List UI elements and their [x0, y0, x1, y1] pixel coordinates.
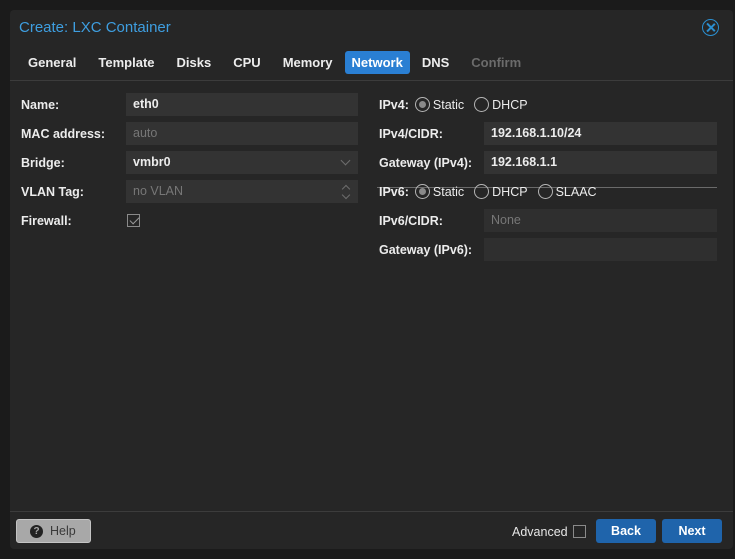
close-circle-icon[interactable]	[702, 19, 719, 36]
gateway-ipv4-label: Gateway (IPv4):	[379, 155, 473, 170]
ipv6-cidr-input[interactable]: None	[484, 209, 717, 232]
tab-network[interactable]: Network	[344, 51, 410, 74]
tab-general[interactable]: General	[18, 51, 86, 74]
dialog-title: Create: LXC Container	[19, 19, 171, 36]
radio-icon	[474, 184, 490, 199]
ipv4-static-label: Static	[432, 97, 465, 112]
next-button[interactable]: Next	[662, 519, 722, 543]
ipv6-dhcp-label: DHCP	[492, 184, 528, 199]
network-panel: Name: eth0 MAC address: auto Bridge: vmb…	[10, 80, 733, 512]
ipv6-dhcp-radio[interactable]: DHCP	[474, 184, 528, 199]
firewall-checkbox[interactable]	[127, 214, 140, 227]
name-label: Name:	[21, 97, 60, 112]
ipv4-dhcp-radio[interactable]: DHCP	[474, 97, 528, 112]
mac-address-input[interactable]: auto	[126, 122, 358, 145]
ipv6-slaac-label: SLAAC	[555, 184, 597, 199]
ipv4-cidr-input[interactable]: 192.168.1.10/24	[484, 122, 717, 145]
question-circle-icon: ?	[30, 524, 43, 538]
gateway-ipv6-label: Gateway (IPv6):	[379, 242, 473, 257]
gateway-ipv6-input[interactable]	[484, 238, 717, 261]
vlan-tag-spinner[interactable]: no VLAN	[126, 180, 358, 203]
chevron-down-icon[interactable]	[340, 155, 351, 166]
ipv6-static-radio[interactable]: Static	[414, 184, 465, 199]
ipv6-label: IPv6:	[379, 184, 409, 199]
spin-down-icon[interactable]	[341, 190, 351, 200]
radio-icon	[537, 184, 553, 199]
ipv6-cidr-label: IPv6/CIDR:	[379, 213, 443, 228]
tab-template[interactable]: Template	[88, 51, 164, 74]
tab-confirm: Confirm	[471, 55, 522, 70]
tab-disks[interactable]: Disks	[167, 51, 222, 74]
tab-memory[interactable]: Memory	[273, 51, 343, 74]
tab-cpu[interactable]: CPU	[223, 51, 270, 74]
help-button[interactable]: ? Help	[16, 519, 91, 543]
vlan-tag-label: VLAN Tag:	[21, 184, 84, 199]
vlan-tag-placeholder: no VLAN	[133, 184, 184, 198]
ipv4-cidr-label: IPv4/CIDR:	[379, 126, 443, 141]
mac-address-label: MAC address:	[21, 126, 106, 141]
radio-selected-icon	[414, 97, 430, 112]
tab-dns[interactable]: DNS	[412, 51, 459, 74]
radio-icon	[474, 97, 490, 112]
radio-selected-icon	[414, 184, 430, 199]
advanced-label: Advanced	[512, 524, 568, 539]
ipv4-dhcp-label: DHCP	[492, 97, 528, 112]
bridge-value: vmbr0	[133, 155, 171, 169]
advanced-toggle[interactable]: Advanced	[512, 520, 586, 543]
ipv4-static-radio[interactable]: Static	[414, 97, 465, 112]
firewall-label: Firewall:	[21, 213, 72, 228]
help-label: Help	[50, 524, 76, 538]
advanced-checkbox[interactable]	[572, 525, 586, 538]
gateway-ipv4-input[interactable]: 192.168.1.1	[484, 151, 717, 174]
bridge-select[interactable]: vmbr0	[126, 151, 358, 174]
name-input[interactable]: eth0	[126, 93, 358, 116]
ipv6-static-label: Static	[432, 184, 465, 199]
wizard-tabs: General Template Disks CPU Memory Networ…	[18, 51, 533, 74]
ipv4-label: IPv4:	[379, 97, 409, 112]
bridge-label: Bridge:	[21, 155, 65, 170]
create-lxc-dialog: Create: LXC Container General Template D…	[10, 10, 733, 549]
back-button[interactable]: Back	[596, 519, 656, 543]
ipv6-slaac-radio[interactable]: SLAAC	[537, 184, 597, 199]
